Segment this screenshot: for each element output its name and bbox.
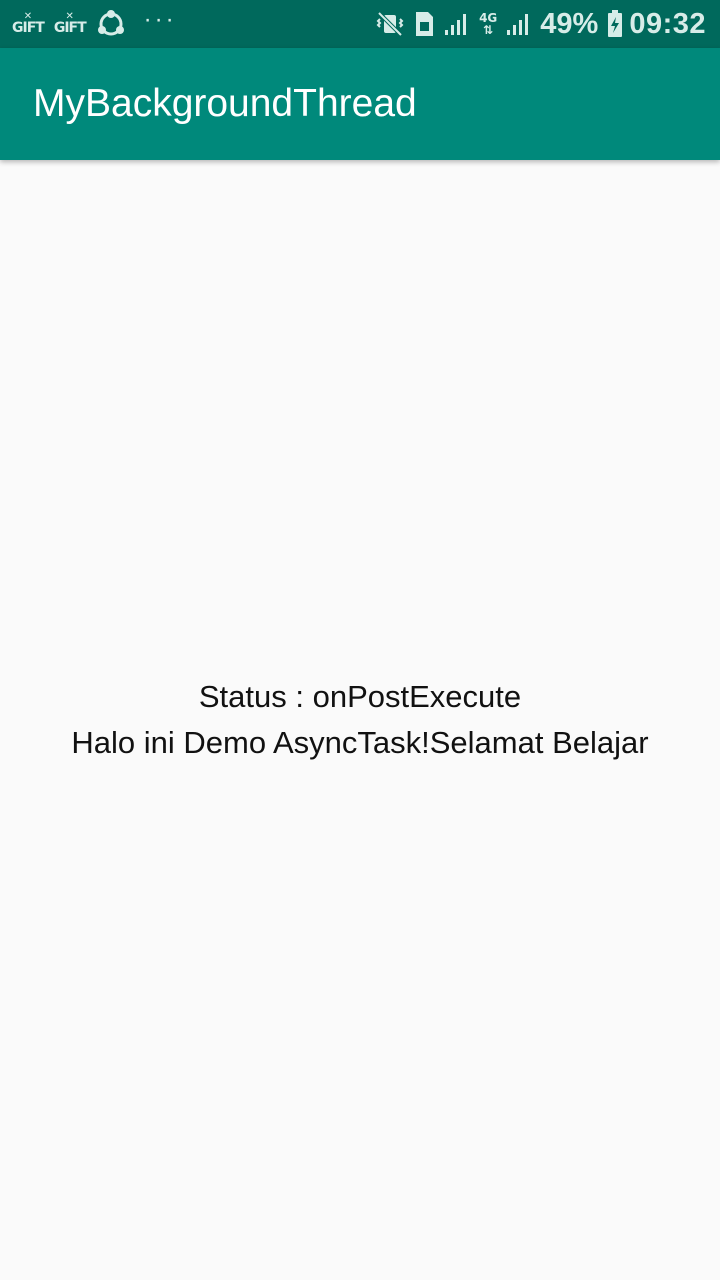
gift-notification-icon: ✕ GIFT bbox=[12, 11, 45, 36]
clock: 09:32 bbox=[629, 7, 706, 40]
main-content: Status : onPostExecute Halo ini Demo Asy… bbox=[0, 160, 720, 1280]
status-bar: ✕ GIFT ✕ GIFT ··· 4G ⇅ 49% 09:32 bbox=[0, 0, 720, 48]
more-notifications-icon: ··· bbox=[143, 6, 177, 33]
app-bar: MyBackgroundThread bbox=[0, 48, 720, 160]
battery-percentage: 49% bbox=[540, 7, 599, 40]
sim-card-icon bbox=[413, 11, 435, 37]
network-type-icon: 4G ⇅ bbox=[479, 11, 498, 37]
battery-charging-icon bbox=[607, 10, 623, 38]
message-text: Halo ini Demo AsyncTask!Selamat Belajar bbox=[71, 725, 649, 760]
gift-notification-icon: ✕ GIFT bbox=[53, 11, 87, 36]
status-bar-system: 4G ⇅ 49% 09:32 bbox=[367, 8, 706, 41]
vibrate-mute-icon bbox=[376, 11, 404, 37]
signal-icon bbox=[506, 12, 532, 36]
status-text: Status : onPostExecute bbox=[198, 679, 522, 714]
share-notification-icon bbox=[96, 9, 126, 39]
status-bar-notifications: ✕ GIFT ✕ GIFT ··· bbox=[12, 6, 177, 39]
signal-icon bbox=[444, 12, 470, 36]
app-title: MyBackgroundThread bbox=[33, 82, 417, 125]
